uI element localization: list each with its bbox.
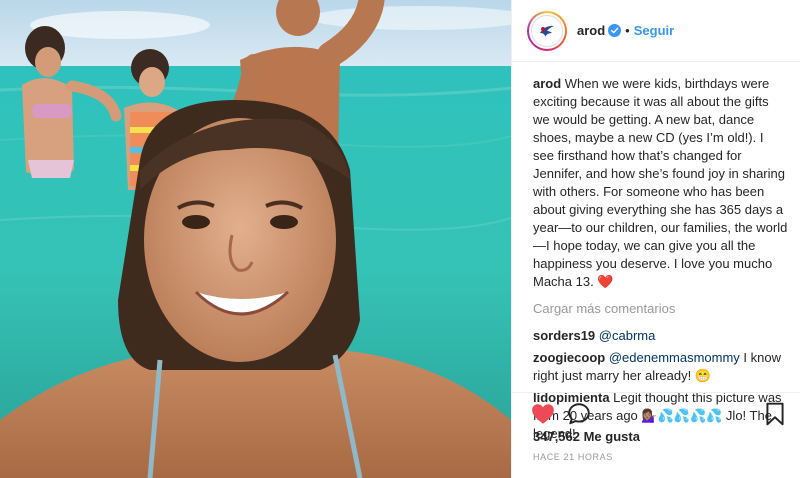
comment-mention-link[interactable]: @edenemmasmommy	[609, 350, 740, 365]
comment-mention-link[interactable]: @cabrma	[599, 328, 656, 343]
post-photo[interactable]	[0, 0, 511, 478]
separator-dot: •	[625, 23, 630, 38]
caption-text: When we were kids, birthdays were exciti…	[533, 76, 788, 289]
comment-username-link[interactable]: sorders19	[533, 328, 595, 343]
comment-item: sorders19 @cabrma	[533, 327, 788, 345]
avatar-logo-icon	[531, 14, 563, 47]
comment-username-link[interactable]: zoogiecoop	[533, 350, 605, 365]
post-header: arod • Seguir	[512, 0, 800, 62]
comment-item: zoogiecoop @edenemmasmommy I know right …	[533, 349, 788, 385]
post-timestamp: HACE 21 HORAS	[533, 452, 613, 462]
avatar[interactable]	[527, 10, 567, 51]
caption-username-link[interactable]: arod	[533, 76, 561, 91]
likes-count[interactable]: 347,562 Me gusta	[533, 429, 640, 444]
heart-emoji: ❤️	[597, 274, 614, 289]
action-icons-row	[530, 401, 790, 429]
username-link[interactable]: arod	[577, 23, 605, 38]
follow-button[interactable]: Seguir	[634, 23, 674, 38]
heart-icon[interactable]	[530, 401, 556, 427]
comment-icon[interactable]	[566, 401, 592, 427]
load-more-comments-button[interactable]: Cargar más comentarios	[533, 300, 788, 318]
post-caption: arod When we were kids, birthdays were e…	[533, 75, 788, 291]
beach-photo-image	[0, 0, 511, 478]
post-actions: 347,562 Me gusta HACE 21 HORAS	[512, 392, 800, 478]
verified-badge-icon	[608, 24, 622, 37]
bookmark-icon[interactable]	[762, 401, 788, 427]
post-detail-panel: arod • Seguir arod When we were kids, bi…	[511, 0, 800, 478]
